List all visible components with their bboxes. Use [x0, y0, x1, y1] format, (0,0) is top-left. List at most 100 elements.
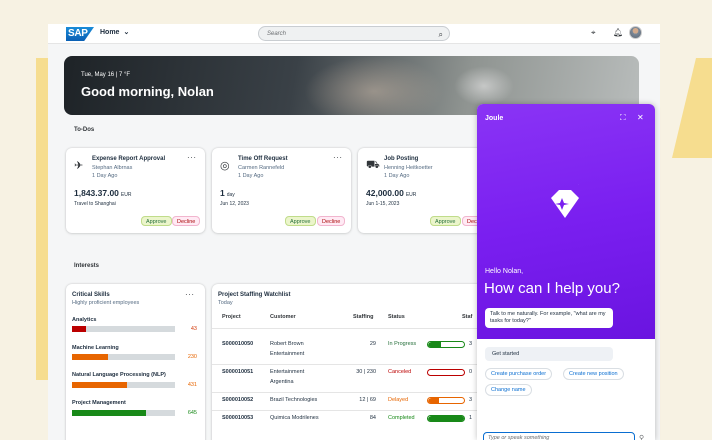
create-purchase-order-chip[interactable]: Create purchase order	[485, 368, 553, 380]
greeting: Good morning, Nolan	[81, 84, 214, 99]
get-started-label: Get started	[485, 347, 613, 361]
todo-amount: 1,843.37.00 EUR	[74, 188, 131, 198]
skill-bar	[72, 326, 175, 332]
customer-line1: Robert Brown	[270, 341, 304, 347]
skill-value: 431	[187, 382, 197, 388]
microphone-icon[interactable]: ⚲	[639, 434, 644, 440]
approve-button[interactable]: Approve	[285, 216, 316, 226]
approve-button[interactable]: Approve	[141, 216, 172, 226]
amount-unit: EUR	[120, 192, 132, 198]
progress-fill	[428, 342, 441, 347]
project-id: S000010053	[222, 415, 254, 421]
more-icon[interactable]: ···	[185, 290, 195, 299]
skill-bar	[72, 382, 175, 388]
todo-age: 1 Day Ago	[92, 173, 118, 179]
search-placeholder: Search	[267, 31, 287, 37]
customer-line1: Entertainment	[270, 369, 305, 375]
status-text: Completed	[388, 415, 415, 421]
joule-panel[interactable]: Joule ⛶ ✕ Hello Nolan, How can I help yo…	[477, 104, 655, 440]
skill-name: Analytics	[72, 317, 97, 323]
banner-photo-lamp	[454, 66, 514, 106]
row-divider	[212, 392, 477, 393]
staffing-watchlist-card[interactable]: Project Staffing Watchlist Today Project…	[212, 284, 512, 440]
background-accent-right	[672, 58, 712, 158]
progress-extra: 0	[469, 369, 473, 375]
project-id: S000010050	[222, 341, 254, 347]
close-icon[interactable]: ✕	[637, 113, 644, 122]
status-text: In Progress	[388, 341, 417, 347]
staffing-count: 29	[369, 341, 376, 347]
todo-detail: Travel to Shanghai	[74, 201, 116, 207]
skills-subtitle: Highly proficient employees	[72, 300, 140, 306]
todo-title: Job Posting	[384, 156, 419, 162]
todo-card[interactable]: ✈ Expense Report Approval Stephan Albrna…	[66, 148, 205, 233]
more-icon[interactable]: ···	[187, 153, 197, 162]
skill-value: 230	[187, 354, 197, 360]
progress-extra: 3	[469, 397, 473, 403]
location-pin-icon[interactable]: ⌖	[591, 28, 596, 38]
person-icon: ◎	[220, 160, 230, 172]
sap-logo[interactable]: SAP	[66, 27, 94, 41]
home-menu[interactable]: Home ⌄	[100, 28, 130, 37]
column-header-project[interactable]: Project	[222, 314, 241, 320]
bell-icon[interactable]: 🔔︎	[613, 28, 623, 37]
todo-person: Carmen Rannefeld	[238, 165, 285, 171]
interests-label: Interests	[74, 263, 100, 269]
chat-input[interactable]: Type or speak something	[483, 432, 635, 440]
joule-tip: Talk to me naturally. For example, "what…	[485, 308, 613, 328]
progress-fill	[428, 416, 464, 421]
status-text: Canceled	[388, 369, 412, 375]
home-label: Home	[100, 28, 120, 36]
skill-value: 645	[187, 410, 197, 416]
customer-line2: Entertainment	[270, 351, 305, 357]
column-header-customer[interactable]: Customer	[270, 314, 296, 320]
column-header-staffing-progress[interactable]: Staf	[462, 314, 472, 320]
joule-diamond-icon	[551, 184, 579, 218]
expand-icon[interactable]: ⛶	[620, 113, 626, 123]
avatar[interactable]	[629, 26, 642, 39]
more-icon[interactable]: ···	[333, 153, 343, 162]
critical-skills-card[interactable]: Critical Skills Highly proficient employ…	[66, 284, 205, 440]
column-header-status[interactable]: Status	[388, 314, 405, 320]
staffing-progress-bar	[427, 341, 465, 348]
change-name-chip[interactable]: Change name	[485, 384, 532, 396]
amount-value: 42,000.00	[366, 188, 404, 198]
skill-name: Project Management	[72, 400, 126, 406]
approve-button[interactable]: Approve	[430, 216, 461, 226]
create-new-position-chip[interactable]: Create new position	[563, 368, 624, 380]
todo-title: Expense Report Approval	[92, 156, 166, 162]
row-divider	[212, 410, 477, 411]
staffing-count: 84	[369, 415, 376, 421]
todo-person: Henning Heitkoetter	[384, 165, 433, 171]
decline-button[interactable]: Decline	[172, 216, 201, 226]
joule-hello: Hello Nolan,	[485, 268, 524, 275]
customer-line1: Quimica Modrilenes	[270, 415, 319, 421]
joule-header: Joule ⛶ ✕ Hello Nolan, How can I help yo…	[477, 104, 655, 339]
row-divider	[212, 364, 477, 365]
watchlist-subtitle: Today	[218, 300, 233, 306]
skill-bar-fill	[72, 354, 109, 360]
skill-name: Machine Learning	[72, 345, 119, 351]
truck-icon: ⛟	[366, 159, 380, 171]
amount-value: 1	[220, 188, 225, 198]
skill-bar-fill	[72, 410, 147, 416]
decline-button[interactable]: Decline	[317, 216, 346, 226]
todos-label: To-Dos	[74, 127, 95, 133]
todo-person: Stephan Albrnas	[92, 165, 133, 171]
chevron-down-icon: ⌄	[123, 29, 130, 36]
airplane-icon: ✈	[74, 160, 84, 172]
project-id: S000010051	[222, 369, 254, 375]
skill-bar-fill	[72, 382, 127, 388]
progress-fill	[428, 398, 439, 403]
search-icon[interactable]: ⌕	[439, 30, 443, 40]
todo-title: Time Off Request	[238, 156, 288, 162]
todo-card[interactable]: ◎ Time Off Request Carmen Rannefeld 1 Da…	[212, 148, 351, 233]
amount-unit: EUR	[405, 192, 417, 198]
skill-bar	[72, 410, 175, 416]
search-input[interactable]: Search ⌕	[258, 26, 450, 41]
column-header-staffing[interactable]: Staffing	[353, 314, 373, 320]
joule-title: Joule	[485, 115, 504, 122]
todo-amount: 1 day	[220, 188, 235, 198]
skill-name: Natural Language Processing (NLP)	[72, 372, 166, 378]
skill-value: 43	[190, 326, 197, 332]
